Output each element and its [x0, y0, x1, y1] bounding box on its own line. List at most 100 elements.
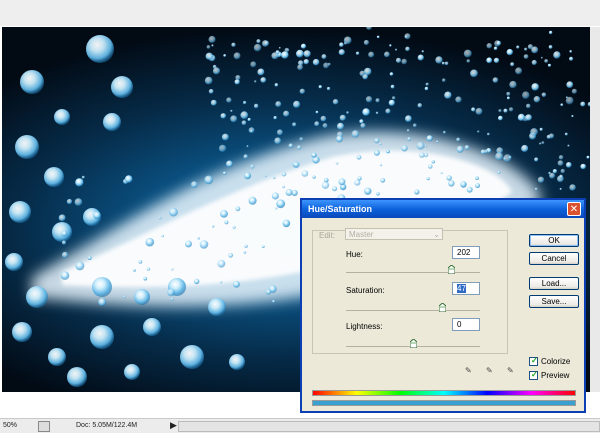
bubble	[515, 67, 523, 75]
bubble	[312, 175, 316, 179]
bubble	[93, 211, 101, 220]
saturation-value: 47	[457, 284, 466, 293]
bubble	[103, 113, 121, 131]
edit-select-value: Master	[349, 230, 374, 239]
bubble	[339, 114, 346, 121]
bubble	[503, 108, 508, 113]
bubble	[222, 171, 227, 175]
hue-spectrum-bar	[312, 390, 576, 396]
bubble	[235, 206, 241, 212]
saturation-slider-thumb[interactable]	[439, 303, 447, 312]
bubble	[386, 149, 390, 154]
bubble	[365, 96, 373, 103]
bubble	[124, 364, 140, 380]
lightness-input[interactable]: 0	[452, 318, 480, 331]
bubble	[470, 69, 478, 78]
bubble	[541, 141, 545, 145]
bubble	[492, 77, 499, 83]
edit-select[interactable]: Master ⌄	[345, 228, 443, 240]
bubble	[208, 89, 214, 94]
bubble	[274, 83, 279, 87]
horizontal-scrollbar[interactable]	[178, 421, 600, 432]
bubble	[264, 174, 268, 178]
adjusted-spectrum-bar	[312, 400, 576, 406]
bubble	[74, 198, 83, 207]
bubble	[558, 155, 564, 160]
bubble	[318, 85, 322, 89]
lightness-slider-thumb[interactable]	[410, 339, 417, 348]
bubble	[548, 171, 551, 175]
bubble	[466, 59, 471, 63]
bubble	[379, 163, 383, 167]
preview-checkbox[interactable]: ✓	[529, 370, 538, 380]
load-button[interactable]: Load...	[529, 277, 579, 290]
bubble	[580, 101, 586, 107]
bubble	[392, 96, 396, 100]
navigator-icon[interactable]	[38, 421, 50, 432]
close-icon[interactable]: ✕	[567, 202, 581, 216]
bubble	[448, 180, 455, 187]
bubble	[272, 299, 276, 303]
bubble	[9, 201, 31, 223]
saturation-input[interactable]: 47	[452, 282, 480, 295]
bubble	[494, 40, 501, 47]
bubble	[161, 234, 164, 238]
bubble	[257, 68, 265, 76]
eyedropper-plus-icon[interactable]: ✎	[486, 366, 495, 375]
bubble	[553, 51, 561, 59]
bubble	[323, 62, 330, 69]
bubble	[564, 132, 568, 136]
zoom-level[interactable]: 50%	[3, 422, 17, 429]
bubble	[276, 199, 286, 209]
bubble	[278, 46, 281, 49]
ok-button[interactable]: OK	[529, 234, 579, 247]
bubble	[276, 129, 283, 136]
bubble	[212, 225, 215, 228]
bubble	[405, 115, 412, 123]
bubble	[231, 42, 236, 47]
bubble	[66, 198, 73, 205]
bubble	[75, 261, 85, 271]
bubble	[363, 39, 369, 46]
document-size: Doc: 5.05M/122.4M	[76, 422, 138, 429]
bubble	[275, 101, 282, 108]
hue-input[interactable]: 202	[452, 246, 480, 259]
bubble	[534, 187, 538, 191]
bubble	[299, 137, 304, 141]
eyedropper-minus-icon[interactable]: ✎	[507, 366, 516, 375]
bubble	[444, 61, 449, 66]
bubble	[315, 110, 319, 114]
bubble	[531, 59, 537, 66]
status-menu-arrow-icon[interactable]: ▶	[170, 420, 177, 431]
bubble	[569, 184, 576, 191]
eyedropper-icon[interactable]: ✎	[465, 366, 474, 375]
bubble	[431, 160, 435, 164]
bubble	[530, 128, 538, 136]
saturation-slider-track[interactable]	[346, 310, 480, 311]
bubble	[376, 192, 380, 196]
save-button[interactable]: Save...	[529, 295, 579, 308]
bubble	[359, 70, 366, 77]
bubble	[417, 103, 423, 108]
bubble	[233, 281, 240, 288]
bubble	[360, 123, 366, 129]
bubble	[442, 78, 446, 82]
hue-slider-thumb[interactable]	[447, 265, 455, 274]
bubble	[220, 113, 227, 119]
colorize-checkbox[interactable]: ✓	[529, 356, 538, 366]
hue-slider-track[interactable]	[346, 272, 480, 273]
dialog-titlebar[interactable]: Hue/Saturation ✕	[302, 200, 584, 218]
bubble	[385, 108, 391, 114]
bubble	[366, 27, 372, 30]
preview-label: Preview	[541, 371, 570, 380]
cancel-button[interactable]: Cancel	[529, 252, 579, 265]
bubble	[185, 240, 192, 248]
bubble	[506, 91, 511, 96]
bubble	[405, 46, 410, 52]
bubble	[493, 46, 498, 51]
bubble	[407, 137, 412, 141]
bubble	[260, 77, 267, 83]
bubble	[143, 318, 161, 336]
bubble	[296, 49, 304, 58]
bubble	[217, 259, 226, 268]
